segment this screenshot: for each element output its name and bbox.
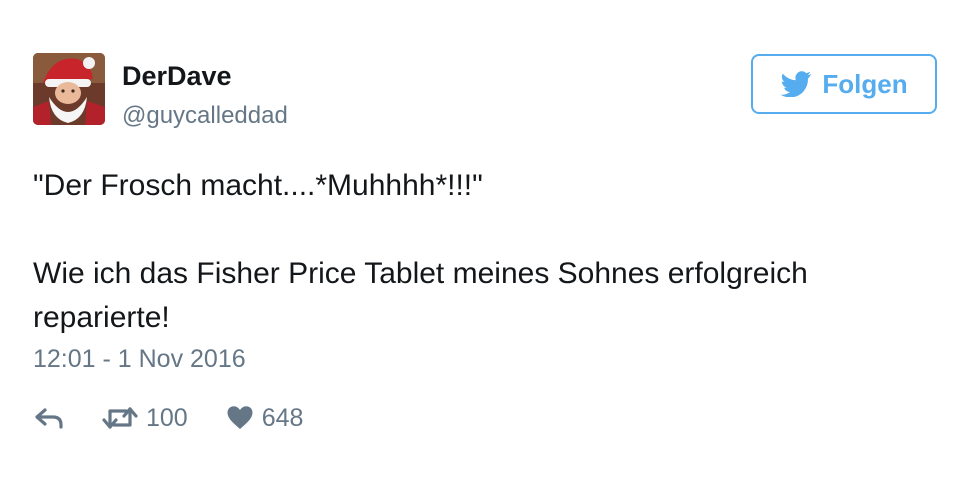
display-name[interactable]: DerDave: [122, 60, 232, 92]
tweet-text-line: Wie ich das Fisher Price Tablet meines S…: [33, 257, 808, 290]
retweet-count: 100: [146, 404, 188, 432]
tweet-actions: 100 648: [33, 398, 303, 438]
santa-avatar-image: [33, 53, 105, 125]
tweet-text-line: reparierte!: [33, 301, 170, 334]
tweet-card: DerDave @guycalleddad Folgen "Der Frosch…: [0, 0, 968, 485]
tweet-timestamp[interactable]: 12:01 - 1 Nov 2016: [33, 344, 246, 374]
twitter-bird-icon: [780, 71, 812, 97]
tweet-text: "Der Frosch macht....*Muhhhh*!!!" Wie ic…: [33, 164, 913, 340]
like-count: 648: [261, 404, 304, 432]
follow-button[interactable]: Folgen: [751, 54, 937, 114]
reply-button[interactable]: [33, 406, 65, 430]
heart-icon: [227, 406, 253, 429]
retweet-icon: [102, 407, 138, 429]
tweet-text-line: "Der Frosch macht....*Muhhhh*!!!": [33, 169, 483, 202]
avatar[interactable]: [33, 53, 105, 125]
reply-icon: [35, 408, 63, 429]
like-button[interactable]: 648: [226, 403, 304, 433]
retweet-button[interactable]: 100: [102, 403, 188, 433]
follow-button-label: Folgen: [822, 69, 908, 99]
user-handle[interactable]: @guycalleddad: [122, 101, 288, 131]
